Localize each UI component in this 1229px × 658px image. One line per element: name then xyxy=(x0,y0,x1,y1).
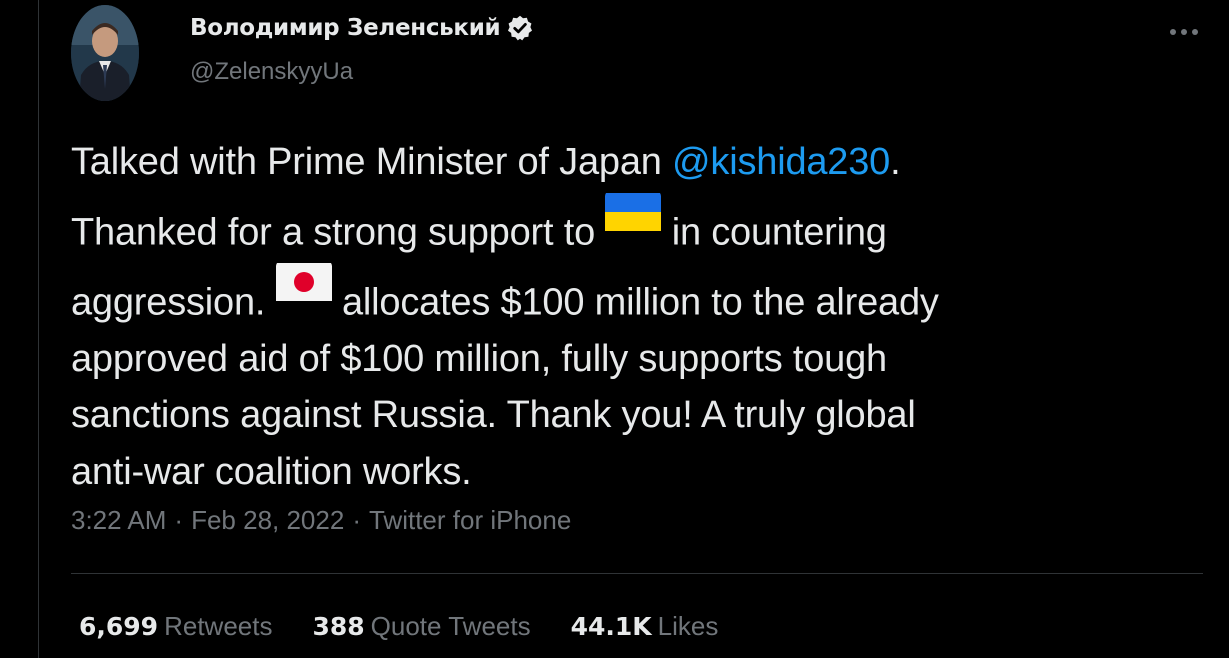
avatar[interactable] xyxy=(71,5,139,101)
author-handle[interactable]: @ZelenskyyUa xyxy=(190,58,353,86)
more-options-icon[interactable] xyxy=(1166,20,1202,44)
tweet-meta: 3:22 AM · Feb 28, 2022 · Twitter for iPhone xyxy=(71,505,571,536)
tweet-line-3: aggression. allocates $100 million to th… xyxy=(71,261,1191,331)
user-avatar-icon xyxy=(71,5,139,101)
text-segment: allocates $100 million to the already xyxy=(331,281,939,323)
retweets-count: 6,699 xyxy=(79,612,159,641)
tweet-line-6: anti-war coalition works. xyxy=(71,450,472,493)
tweet-stats: 6,699 Retweets 388 Quote Tweets 44.1K Likes xyxy=(79,611,758,642)
quote-tweets-label: Quote Tweets xyxy=(370,611,531,641)
tweet-source[interactable]: Twitter for iPhone xyxy=(369,505,571,535)
mention-link[interactable]: @kishida230 xyxy=(672,141,890,183)
display-name[interactable]: Володимир Зеленський xyxy=(190,15,501,41)
text-segment: in countering xyxy=(661,211,887,253)
likes-label: Likes xyxy=(657,611,719,641)
tweet-date[interactable]: Feb 28, 2022 xyxy=(191,505,344,535)
meta-separator: · xyxy=(352,505,361,535)
verified-badge-icon xyxy=(506,14,534,42)
japan-flag-icon xyxy=(275,261,332,318)
tweet-text: Talked with Prime Minister of Japan @kis… xyxy=(71,134,1191,500)
tweet-time[interactable]: 3:22 AM xyxy=(71,505,166,535)
text-segment: aggression. xyxy=(71,281,276,323)
tweet-line-4: approved aid of $100 million, fully supp… xyxy=(71,337,887,380)
quote-tweets-stat[interactable]: 388 Quote Tweets xyxy=(312,611,530,642)
tweet-detail-page: Володимир Зеленський @ZelenskyyUa Talked… xyxy=(0,0,1229,658)
tweet-line-1: Talked with Prime Minister of Japan @kis… xyxy=(71,134,1191,191)
text-segment: Talked with Prime Minister of Japan xyxy=(71,141,673,183)
text-segment: . xyxy=(890,141,901,183)
meta-separator: · xyxy=(174,505,184,535)
divider xyxy=(71,573,1203,574)
ukraine-flag-icon xyxy=(605,191,662,248)
retweets-stat[interactable]: 6,699 Retweets xyxy=(79,611,272,642)
likes-count: 44.1K xyxy=(570,612,652,641)
column-border xyxy=(38,0,39,658)
tweet-line-5: sanctions against Russia. Thank you! A t… xyxy=(71,394,916,436)
retweets-label: Retweets xyxy=(164,611,273,641)
tweet-line-2: Thanked for a strong support to in count… xyxy=(71,191,1191,261)
likes-stat[interactable]: 44.1K Likes xyxy=(571,611,719,642)
text-segment: Thanked for a strong support to xyxy=(71,211,606,253)
quote-tweets-count: 388 xyxy=(312,612,365,641)
author-name-row: Володимир Зеленський xyxy=(190,14,534,42)
